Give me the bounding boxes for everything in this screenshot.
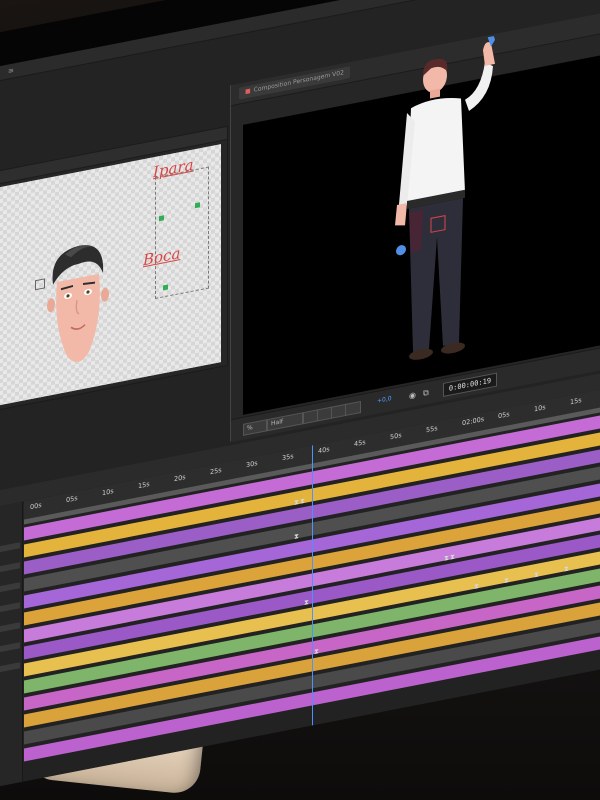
exposure-value[interactable]: +0,0 bbox=[377, 395, 392, 405]
keyframe-marker[interactable]: ⧗ bbox=[294, 530, 299, 544]
ruler-tick-label: 20s bbox=[174, 473, 186, 484]
keyframe-marker[interactable]: ⧗ bbox=[314, 645, 319, 659]
playhead[interactable] bbox=[312, 445, 313, 726]
ruler-tick-label: 15s bbox=[570, 396, 582, 407]
ruler-tick-label: 00s bbox=[30, 501, 42, 512]
guides-button[interactable] bbox=[345, 400, 361, 417]
ruler-tick-label: 10s bbox=[534, 403, 546, 414]
ruler-tick-label: 15s bbox=[138, 480, 150, 491]
layer-list bbox=[0, 501, 23, 790]
keyframe-marker[interactable]: ⧗ bbox=[564, 563, 569, 577]
layer-row[interactable] bbox=[0, 562, 20, 576]
footage-panel: Ipara Boca bbox=[0, 125, 228, 413]
keyframe-marker[interactable]: ⧗ bbox=[300, 495, 305, 509]
keyframe-marker[interactable]: ⧗ bbox=[504, 574, 509, 588]
ruler-tick-label: 10s bbox=[102, 487, 114, 498]
layer-row[interactable] bbox=[0, 542, 20, 556]
keyframe-marker[interactable]: ⧗ bbox=[450, 551, 455, 565]
zoom-dropdown[interactable]: % bbox=[243, 419, 267, 436]
resolution-dropdown[interactable]: Half bbox=[267, 412, 303, 432]
keyframe-marker[interactable]: ⧗ bbox=[474, 580, 479, 594]
anchor-marker[interactable] bbox=[35, 278, 45, 291]
keyframe-marker[interactable]: ⧗ bbox=[534, 568, 539, 582]
monitor: ≡ Ipara Boca ■ Composition Personagem V0… bbox=[0, 0, 600, 800]
ruler-tick-label: 25s bbox=[210, 466, 222, 477]
composition-icon: ■ bbox=[245, 87, 251, 96]
ruler-tick-label: 35s bbox=[282, 452, 294, 463]
current-time-field[interactable]: 0:00:00:19 bbox=[443, 372, 497, 398]
rig-handle[interactable] bbox=[195, 202, 200, 209]
rig-control-box[interactable] bbox=[155, 166, 209, 299]
composition-viewer: ■ Composition Personagem V02 % Half +0,0… bbox=[230, 1, 600, 443]
keyframe-marker[interactable]: ⧗ bbox=[294, 496, 299, 510]
layer-row[interactable] bbox=[0, 602, 20, 616]
character-head bbox=[47, 245, 109, 362]
ruler-tick-label: 40s bbox=[318, 445, 330, 456]
layer-row[interactable] bbox=[0, 662, 20, 676]
ruler-tick-label: 30s bbox=[246, 459, 258, 470]
ruler-tick-label: 02:00s bbox=[462, 415, 485, 428]
ruler-tick-label: 55s bbox=[426, 424, 438, 435]
keyframe-marker[interactable]: ⧗ bbox=[444, 552, 449, 566]
tab-composition[interactable]: ■ Composition Personagem V02 bbox=[239, 66, 350, 100]
ruler-tick-label: 05s bbox=[498, 410, 510, 421]
camera-icon[interactable]: ◉ bbox=[409, 390, 416, 400]
footage-canvas[interactable]: Ipara Boca bbox=[0, 144, 221, 407]
ruler-tick-label: 50s bbox=[390, 431, 402, 442]
layer-row[interactable] bbox=[0, 642, 20, 656]
ruler-tick-label: 45s bbox=[354, 438, 366, 449]
after-effects-window: ≡ Ipara Boca ■ Composition Personagem V0… bbox=[0, 0, 600, 790]
keyframe-marker[interactable]: ⧗ bbox=[304, 596, 309, 610]
rig-handle[interactable] bbox=[159, 215, 164, 222]
rig-handle[interactable] bbox=[163, 284, 168, 291]
snapshot-icon[interactable]: ⧉ bbox=[423, 388, 429, 399]
layer-row[interactable] bbox=[0, 582, 20, 596]
ruler-tick-label: 05s bbox=[66, 494, 78, 505]
character-full-body bbox=[395, 33, 495, 360]
menu-item[interactable]: ≡ bbox=[8, 66, 14, 75]
layer-row[interactable] bbox=[0, 622, 20, 636]
